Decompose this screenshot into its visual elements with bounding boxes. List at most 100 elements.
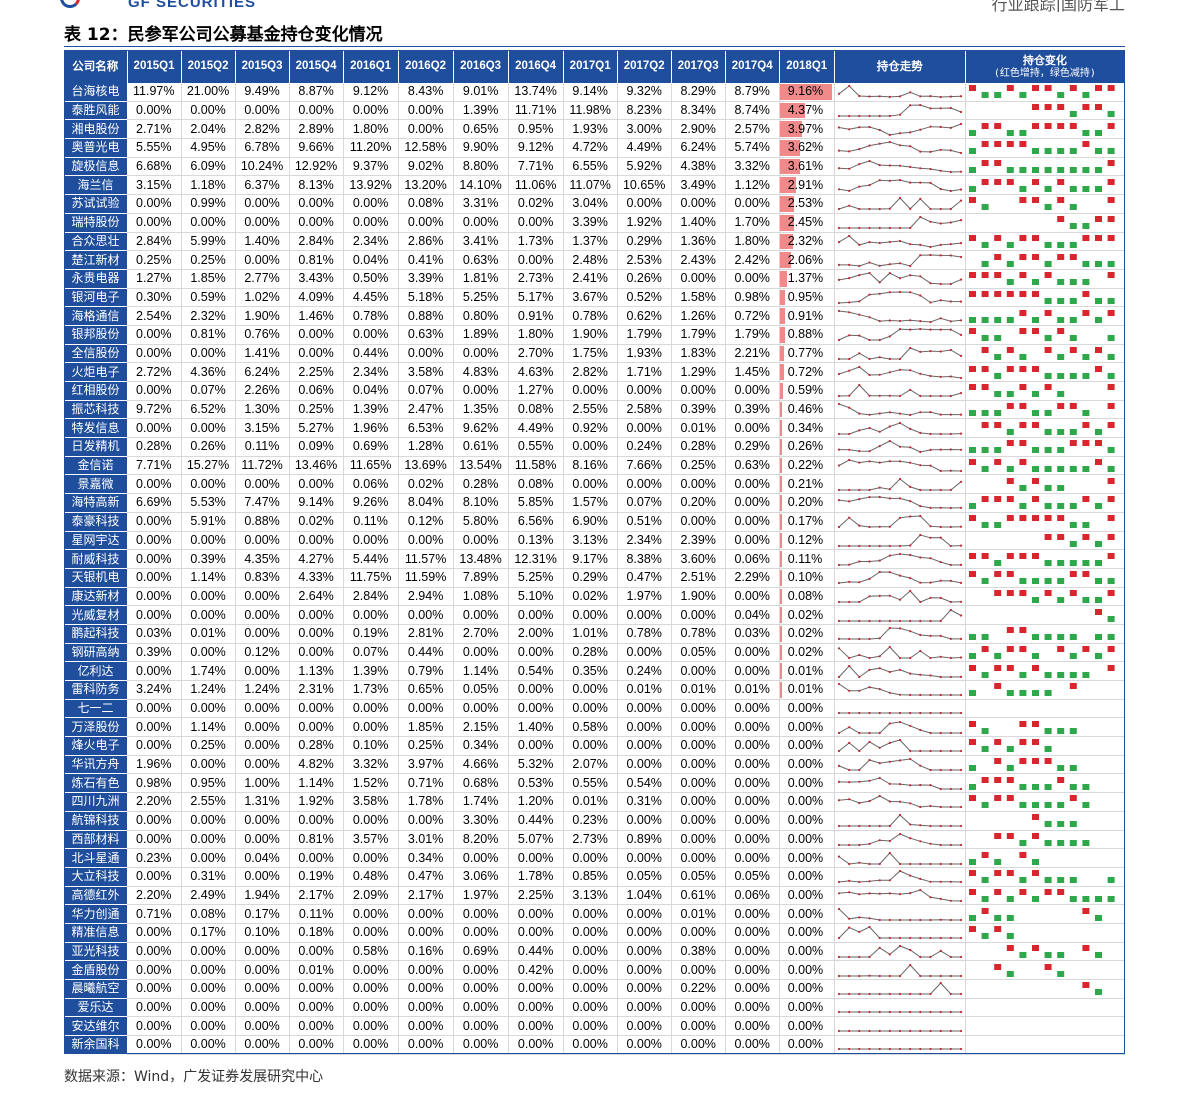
holding-value: 8.87%	[289, 83, 344, 102]
holding-value: 0.61%	[671, 886, 726, 906]
sparkline-point	[847, 263, 851, 266]
trend-sparkline-cell	[834, 811, 966, 831]
sparkline-point	[888, 487, 891, 491]
holding-change-cell	[965, 250, 1126, 270]
decrease-marker	[993, 391, 1001, 398]
company-name: 海兰信	[64, 175, 128, 196]
holding-value: 3.04%	[563, 194, 618, 214]
sparkline-point	[918, 451, 922, 454]
holding-value: 1.41%	[235, 344, 290, 364]
holding-value: 0.00%	[127, 699, 182, 719]
increase-marker	[1031, 870, 1039, 877]
holding-value: 2.90%	[671, 119, 726, 140]
increase-marker	[1056, 328, 1064, 335]
sparkline-point	[888, 227, 891, 230]
sparkline-point	[837, 432, 840, 435]
increase-marker	[1069, 403, 1077, 410]
holding-value: 3.31%	[453, 194, 509, 214]
holding-value: 1.45%	[725, 362, 780, 382]
sparkline-point	[857, 750, 861, 753]
sparkline-point	[959, 1029, 962, 1032]
decrease-marker	[1056, 391, 1064, 398]
decrease-marker	[1107, 372, 1115, 379]
holding-value: 3.49%	[671, 175, 726, 196]
sparkline-point	[888, 357, 891, 361]
increase-marker	[1031, 122, 1039, 129]
sparkline-point	[878, 264, 881, 267]
sparkline-point	[837, 372, 840, 375]
holding-value: 0.00%	[453, 979, 509, 999]
holding-value: 0.00%	[787, 831, 824, 846]
holding-value: 0.06%	[343, 474, 399, 495]
decrease-marker	[1044, 634, 1052, 641]
decrease-marker	[1107, 335, 1115, 342]
sparkline-point	[857, 893, 861, 896]
decrease-marker	[1069, 297, 1077, 304]
column-header-quarter: 2017Q2	[617, 50, 672, 83]
increase-marker	[1056, 216, 1064, 223]
holding-value: 0.00%	[235, 979, 290, 999]
increase-marker	[993, 739, 1001, 746]
holding-value: 11.20%	[343, 138, 399, 158]
holding-value: 0.68%	[453, 773, 509, 794]
holding-change-cell	[965, 418, 1126, 439]
holding-value: 0.04%	[343, 250, 399, 270]
sparkline-point	[888, 645, 891, 649]
latest-holding-cell: 0.00%	[779, 792, 835, 812]
decrease-marker	[1069, 223, 1077, 230]
sparkline-point	[857, 802, 861, 805]
holding-value: 6.37%	[235, 175, 290, 196]
sparkline-point	[857, 931, 861, 934]
sparkline-point	[888, 974, 891, 977]
holding-value: 1.79%	[617, 325, 672, 345]
holding-value: 2.77%	[235, 269, 290, 289]
holding-change-cell	[965, 493, 1126, 513]
holding-value: 0.00%	[617, 979, 672, 999]
sparkline-point	[908, 874, 912, 877]
holding-value: 0.00%	[725, 269, 780, 289]
sparkline-point	[868, 862, 871, 865]
sparkline-point	[888, 742, 891, 745]
decrease-marker	[1006, 279, 1014, 286]
company-name: 新余国科	[64, 1035, 128, 1055]
sparkline-point	[908, 553, 912, 556]
holding-value: 9.17%	[563, 549, 618, 569]
holding-value: 11.65%	[343, 456, 399, 476]
sparkline-point	[939, 243, 942, 246]
sparkline-point	[898, 446, 901, 449]
trend-sparkline	[837, 515, 962, 529]
sparkline-point	[857, 825, 861, 828]
sparkline-point	[929, 880, 932, 884]
table-row: 金信诺 7.71% 15.27% 11.72% 13.46% 11.65% 13.69% 13…	[64, 456, 1126, 476]
latest-holding-cell: 0.91%	[779, 306, 835, 326]
sparkline-point	[949, 656, 952, 660]
increase-marker	[968, 365, 976, 372]
sparkline-point	[929, 282, 932, 285]
holding-value: 2.25%	[508, 886, 564, 906]
holding-value: 12.31%	[508, 549, 564, 569]
decrease-marker	[1069, 372, 1077, 379]
sparkline-point	[837, 563, 840, 566]
holding-value: 0.00%	[671, 811, 726, 831]
trend-sparkline-cell	[834, 680, 966, 700]
sparkline-point	[908, 181, 912, 184]
increase-marker	[1107, 216, 1115, 223]
holding-value: 2.20%	[127, 886, 182, 906]
header-section-label: 行业跟踪|国防军工	[991, 0, 1125, 12]
sparkline-point	[888, 1029, 891, 1032]
increase-marker	[1006, 496, 1014, 503]
holding-value: 1.35%	[453, 400, 509, 420]
holding-value: 1.39%	[343, 400, 399, 420]
decrease-marker	[1056, 372, 1064, 379]
company-name: 火炬电子	[64, 362, 128, 382]
holding-value: 2.54%	[127, 306, 182, 326]
increase-marker	[968, 739, 976, 746]
sparkline-point	[939, 1010, 942, 1014]
holding-value: 8.23%	[617, 101, 672, 121]
increase-marker	[968, 272, 976, 279]
decrease-marker	[1056, 559, 1064, 566]
sparkline-point	[888, 272, 891, 275]
sparkline-point	[857, 861, 861, 864]
latest-holding-cell: 2.53%	[779, 194, 835, 214]
holding-value: 0.00%	[235, 605, 290, 625]
